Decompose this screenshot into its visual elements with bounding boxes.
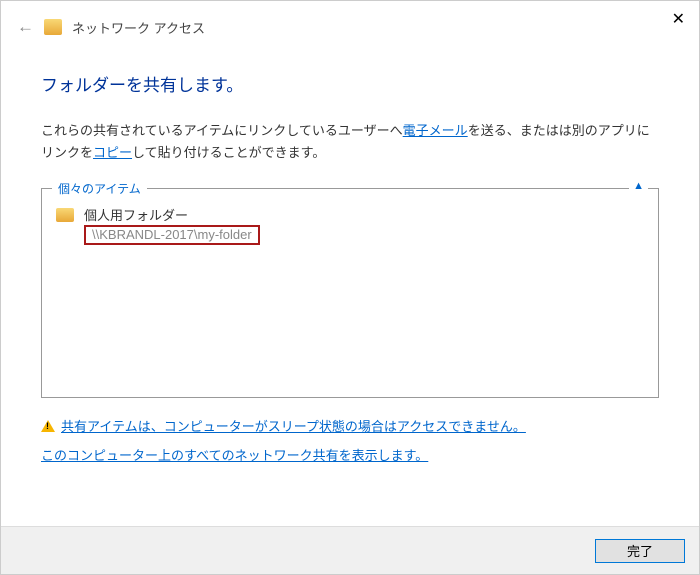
desc-text-1: これらの共有されているアイテムにリンクしているユーザーへ: [41, 123, 403, 138]
email-link[interactable]: 電子メール: [403, 123, 468, 138]
show-all-shares-link[interactable]: このコンピューター上のすべてのネットワーク共有を表示します。: [41, 448, 428, 463]
close-button[interactable]: ✕: [672, 9, 685, 29]
item-name: 個人用フォルダー: [84, 205, 260, 224]
item-path: \\KBRANDL-2017\my-folder: [84, 225, 260, 245]
items-groupbox: 個々のアイテム ▲ 個人用フォルダー \\KBRANDL-2017\my-fol…: [41, 188, 659, 398]
show-all-row: このコンピューター上のすべてのネットワーク共有を表示します。: [41, 445, 659, 464]
dialog-content: フォルダーを共有します。 これらの共有されているアイテムにリンクしているユーザー…: [1, 47, 699, 464]
header-title: ネットワーク アクセス: [72, 18, 205, 37]
items-legend: 個々のアイテム: [52, 180, 147, 197]
sleep-warning-link[interactable]: 共有アイテムは、コンピューターがスリープ状態の場合はアクセスできません。: [61, 416, 526, 435]
desc-text-3: して貼り付けることができます。: [132, 145, 325, 160]
page-title: フォルダーを共有します。: [41, 71, 659, 96]
copy-link[interactable]: コピー: [93, 145, 132, 160]
shared-item-row[interactable]: 個人用フォルダー \\KBRANDL-2017\my-folder: [42, 189, 658, 245]
back-arrow-icon[interactable]: ←: [17, 17, 34, 37]
dialog-header: ← ネットワーク アクセス: [1, 1, 699, 47]
description-text: これらの共有されているアイテムにリンクしているユーザーへ電子メールを送る、または…: [41, 120, 659, 164]
network-access-icon: [44, 19, 62, 35]
dialog-footer: 完了: [1, 526, 699, 574]
warning-icon: [41, 420, 55, 432]
collapse-icon[interactable]: ▲: [629, 180, 648, 192]
done-button[interactable]: 完了: [595, 539, 685, 563]
folder-icon: [56, 208, 74, 222]
sleep-warning-row: 共有アイテムは、コンピューターがスリープ状態の場合はアクセスできません。: [41, 416, 659, 435]
